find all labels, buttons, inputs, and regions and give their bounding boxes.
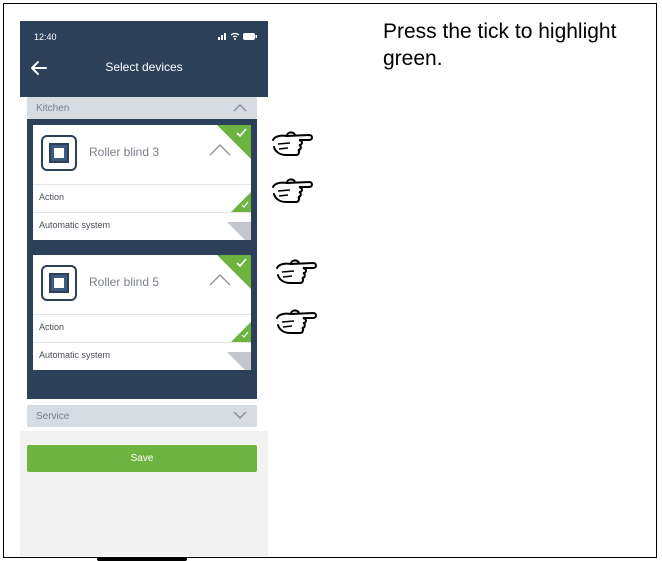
chevron-down-icon[interactable] <box>233 411 247 420</box>
device-card-roller-blind-5: Roller blind 5 Action Automatic system <box>33 255 251 370</box>
device-list: Kitchen Roller blind 3 Action Automatic … <box>20 97 268 431</box>
nav-bar: Select devices <box>20 51 268 97</box>
section-header-kitchen[interactable]: Kitchen <box>27 97 257 119</box>
check-icon[interactable] <box>231 322 251 342</box>
option-row-automatic-system[interactable]: Automatic system <box>33 213 251 240</box>
check-icon[interactable] <box>231 192 251 212</box>
option-label: Automatic system <box>39 220 111 230</box>
option-label: Action <box>39 322 65 332</box>
option-row-automatic-system[interactable]: Automatic system <box>33 343 251 370</box>
option-row-action[interactable]: Action <box>33 185 251 213</box>
section-title: Kitchen <box>36 103 70 114</box>
signal-wifi-battery-icon <box>218 32 257 40</box>
option-label: Automatic system <box>39 350 111 360</box>
check-icon[interactable] <box>217 125 251 159</box>
device-header[interactable]: Roller blind 5 <box>33 255 251 315</box>
device-header[interactable]: Roller blind 3 <box>33 125 251 185</box>
home-indicator <box>97 557 187 561</box>
footer-area: Save <box>20 431 268 531</box>
unchecked-toggle-icon[interactable] <box>227 222 251 240</box>
roller-blind-icon <box>41 135 77 171</box>
check-icon[interactable] <box>217 255 251 289</box>
section-title: Service <box>36 411 70 422</box>
instruction-text: Press the tick to highlight green. <box>383 20 617 70</box>
option-label: Action <box>39 192 65 202</box>
pointing-hand-icon <box>276 309 317 334</box>
section-header-service[interactable]: Service <box>27 405 257 427</box>
option-row-action[interactable]: Action <box>33 315 251 343</box>
status-time: 12:40 <box>34 32 57 42</box>
save-button[interactable]: Save <box>27 445 257 472</box>
phone-screen: 12:40 Select devices Kitchen Roller blin… <box>20 21 268 556</box>
pointing-hand-icon <box>272 131 313 156</box>
device-name: Roller blind 5 <box>89 275 160 289</box>
pointing-hand-icon <box>272 178 313 203</box>
roller-blind-icon <box>41 265 77 301</box>
unchecked-toggle-icon[interactable] <box>227 352 251 370</box>
chevron-up-icon[interactable] <box>233 103 247 112</box>
device-card-roller-blind-3: Roller blind 3 Action Automatic system <box>33 125 251 240</box>
status-bar: 12:40 <box>20 21 268 51</box>
kitchen-devices: Roller blind 3 Action Automatic system R… <box>27 119 257 399</box>
pointing-hand-icon <box>276 259 317 284</box>
device-name: Roller blind 3 <box>89 145 160 159</box>
page-title: Select devices <box>105 60 183 74</box>
